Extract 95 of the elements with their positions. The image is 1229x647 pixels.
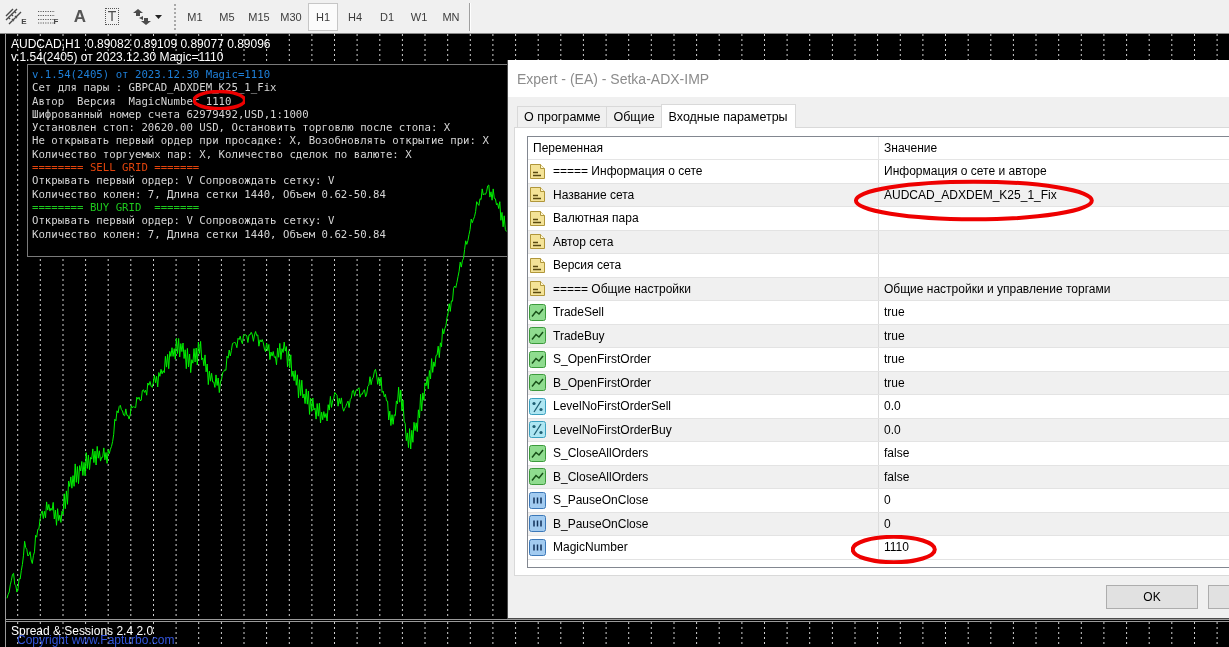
parameter-name: B_CloseAllOrders [553,469,649,484]
panel-text: Шифрованный номер счета 62979492,USD,1:1000 [32,107,309,121]
parameter-row[interactable]: Валютная пара [528,207,1229,231]
parameter-row[interactable]: Автор сета [528,230,1229,254]
dialog-button[interactable]: OK [1106,585,1198,609]
panel-text: Сет для пары : GBPCAD_ADXDEM_K25_1_Fix [32,81,277,95]
parameter-name: TradeSell [553,305,604,320]
parameter-name: Название сета [553,187,635,202]
parameter-name: S_PauseOnClose [553,493,649,508]
panel-text: Количество колен: 7, Длина сетки 1440, Объем 0.62-50.84 [32,187,386,201]
text-label-button[interactable]: T [97,2,127,31]
parameter-row[interactable]: B_PauseOnClose 0 [528,512,1229,536]
arrows-icon [132,8,152,25]
parameter-row[interactable]: S_OpenFirstOrder true [528,348,1229,372]
parameter-row[interactable]: S_PauseOnClose 0 [528,489,1229,513]
parameter-name: LevelNoFirstOrderSell [553,399,672,414]
timeframe-button[interactable]: H1 [308,2,338,31]
parameter-name: S_OpenFirstOrder [553,352,652,367]
parameter-value: 0 [884,493,891,508]
parameter-value: true [884,375,905,390]
document-icon [529,186,546,204]
parameter-value: 0.0 [884,422,901,437]
document-icon [529,280,546,298]
timeframe-button[interactable]: MN [436,2,466,31]
parameter-name: Версия сета [553,258,622,273]
parameter-value: 1110 [884,540,909,555]
parameter-value: true [884,328,905,343]
parameter-name: TradeBuy [553,328,605,343]
parameter-row[interactable]: LevelNoFirstOrderSell 0.0 [528,395,1229,419]
timeframe-button[interactable]: M1 [180,2,210,31]
parameter-value: Общие настройки и управление торгами [884,281,1111,296]
panel-text: Установлен стоп: 20620.00 USD, Остановить торговлю после стопа: X [32,121,451,135]
timeframe-button[interactable]: H4 [340,2,370,31]
tab[interactable]: Общие [606,106,662,127]
timeframe-button[interactable]: M30 [276,2,306,31]
panel-text: ======== SELL GRID ======= [32,161,200,175]
parameter-row[interactable]: B_OpenFirstOrder true [528,371,1229,395]
timeframe-button[interactable]: D1 [372,2,402,31]
percent-icon [529,421,546,439]
timeframe-button[interactable]: M15 [244,2,274,31]
panel-text: v.1.54(2405) от 2023.12.30 Magic=1110 [32,68,271,81]
document-icon [529,209,546,227]
document-icon [529,233,546,251]
tab[interactable]: Входные параметры [660,104,796,128]
parameter-row[interactable]: TradeSell true [528,301,1229,325]
levels-icon [37,9,55,24]
chart-header-text: v.1.54(2405) от 2023.12.30 Magic=1110 [11,51,224,64]
panel-value: 1110 [205,94,232,108]
channel-tool-button[interactable]: E [1,2,31,31]
tally-marks-icon [529,515,546,533]
parameter-name: B_OpenFirstOrder [553,375,652,390]
parameter-name: ===== Информация о сете [553,164,703,179]
document-icon [529,256,546,274]
parameter-name: MagicNumber [553,540,628,555]
panel-text: ======== BUY GRID ======= [32,200,200,214]
parameter-value: 0 [884,516,891,531]
window-title: Expert - (EA) - Setka-ADX-IMP [517,70,710,87]
parameter-value: Информация о сете и авторе [884,164,1047,179]
tally-marks-icon [529,538,546,556]
parameter-value: false [884,446,910,461]
channel-icon [5,8,23,25]
timeframe-button[interactable]: M5 [212,2,242,31]
parameter-value: 0.0 [884,399,901,414]
panel-text: Открывать первый ордер: V Сопровождать сетку: V [32,214,335,228]
panel-text: Количество торгуемых пар: X, Количество сделок по валюте: X [32,147,412,161]
parameter-name: ===== Общие настройки [553,281,691,296]
text-tool-button[interactable]: A [65,2,95,31]
panel-text: Количество колен: 7, Длина сетки 1440, Объем 0.62-50.84 [32,227,386,241]
percent-icon [529,397,546,415]
panel-text: Открывать первый ордер: V Сопровождать сетку: V [32,174,335,188]
parameter-value: false [884,469,910,484]
parameter-row[interactable]: B_CloseAllOrders false [528,465,1229,489]
timeframe-button[interactable]: W1 [404,2,434,31]
parameter-row[interactable]: TradeBuy true [528,324,1229,348]
parameter-row[interactable]: ===== Общие настройки Общие настройки и управление торгами [528,277,1229,301]
levels-tool-button[interactable]: F [33,2,63,31]
parameter-row[interactable]: S_CloseAllOrders false [528,442,1229,466]
parameter-name: LevelNoFirstOrderBuy [553,422,672,437]
parameter-value: AUDCAD_ADXDEM_K25_1_Fix [884,187,1057,202]
parameter-name: S_CloseAllOrders [553,446,649,461]
parameter-row[interactable]: LevelNoFirstOrderBuy 0.0 [528,418,1229,442]
parameter-row[interactable]: ===== Информация о сете Информация о сете и авторе [528,160,1229,184]
parameter-value: true [884,352,905,367]
parameter-name: Валютная пара [553,211,639,226]
panel-text: Не открывать первый ордер при просадке: X, Возобновлять открытие при: X [32,134,489,148]
parameter-row[interactable]: Версия сета [528,254,1229,278]
column-header[interactable]: Переменная [528,137,879,159]
parameter-name: B_PauseOnClose [553,516,649,531]
document-icon [529,162,546,180]
tally-marks-icon [529,491,546,509]
chart-header-text: AUDCAD,H1 0.89082 0.89109 0.89077 0.89096 [11,38,271,51]
tab[interactable]: О программе [517,106,608,127]
parameter-value: true [884,305,905,320]
column-header[interactable]: Значение [879,137,1229,159]
parameter-name: Автор сета [553,234,614,249]
